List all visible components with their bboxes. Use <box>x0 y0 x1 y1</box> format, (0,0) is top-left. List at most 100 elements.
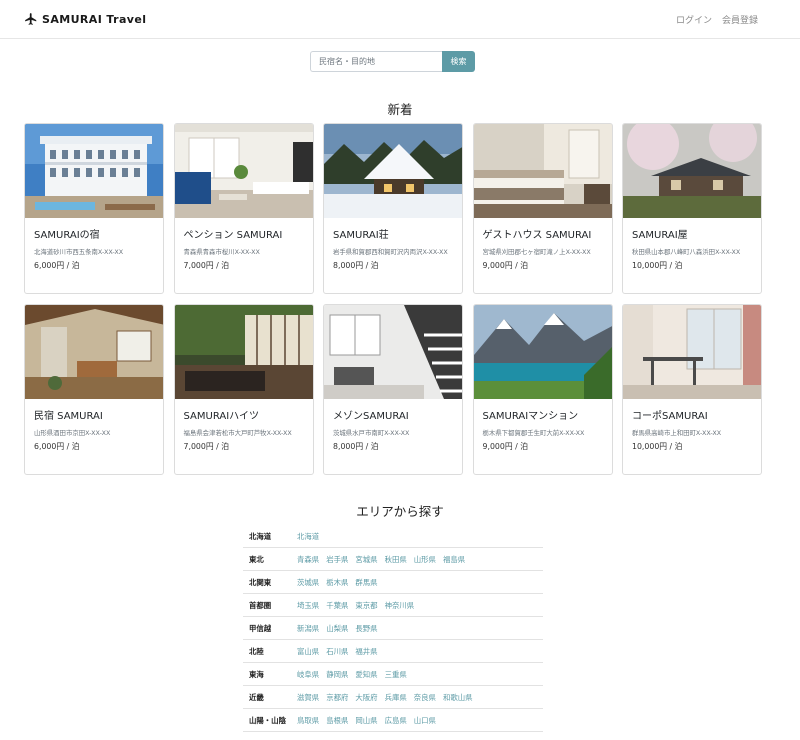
listing-address: 茨城県水戸市南町X-XX-XX <box>333 429 410 437</box>
prefecture-link[interactable]: 山梨県 <box>326 623 348 634</box>
listing-name: SAMURAIハイツ <box>183 411 259 422</box>
listing-price: 10,000円 / 泊 <box>632 261 683 270</box>
register-link[interactable]: 会員登録 <box>722 13 758 26</box>
listing-card[interactable]: SAMURAIマンション 栃木県下都賀郡壬生町大前X-XX-XX 9,000円 … <box>472 304 613 475</box>
listing-address: 北海道砂川市西五条南X-XX-XX <box>34 248 124 256</box>
listing-address: 山形県酒田市京田X-XX-XX <box>34 429 111 437</box>
listing-card[interactable]: SAMURAIの宿 北海道砂川市西五条南X-XX-XX 6,000円 / 泊 <box>24 123 164 294</box>
listing-address: 宮城県刈田郡七ヶ宿町滝ノ上X-XX-XX <box>482 248 591 256</box>
staircase-photo <box>324 305 462 399</box>
prefecture-link[interactable]: 三重県 <box>385 669 407 680</box>
airplane-icon <box>25 13 37 25</box>
ryokan-photo <box>174 305 313 399</box>
region-label: 東海 <box>249 669 264 679</box>
japanese-house-photo <box>623 124 761 218</box>
listing-address: 秋田県山本郡八峰町八森浜田X-XX-XX <box>632 248 741 256</box>
listing-card[interactable]: SAMURAI荘 岩手県和賀郡西和賀町沢内両沢X-XX-XX 8,000円 / … <box>323 123 463 294</box>
area-row: 首都圏 埼玉県 千葉県 東京都 神奈川県 <box>243 594 543 617</box>
listing-name: コーポSAMURAI <box>632 411 708 422</box>
region-label: 東北 <box>249 554 264 564</box>
prefecture-link[interactable]: 鳥取県 <box>297 715 319 726</box>
living-room-photo <box>174 124 313 218</box>
listing-price: 9,000円 / 泊 <box>482 261 529 270</box>
prefecture-link[interactable]: 長野県 <box>355 623 377 634</box>
area-row: 山陽・山陰 鳥取県 島根県 岡山県 広島県 山口県 <box>243 709 543 732</box>
area-row: 北関東 茨城県 栃木県 群馬県 <box>243 571 543 594</box>
listing-card[interactable]: 民宿 SAMURAI 山形県酒田市京田X-XX-XX 6,000円 / 泊 <box>24 304 164 475</box>
prefecture-link[interactable]: 兵庫県 <box>385 692 407 703</box>
prefecture-link[interactable]: 栃木県 <box>326 577 348 588</box>
listing-price: 6,000円 / 泊 <box>34 261 80 270</box>
listing-card[interactable]: ペンション SAMURAI 青森県青森市桜川X-XX-XX 7,000円 / 泊 <box>173 123 314 294</box>
prefecture-link[interactable]: 島根県 <box>326 715 348 726</box>
listing-price: 6,000円 / 泊 <box>34 442 80 451</box>
area-row: 北海道 北海道 <box>243 525 543 548</box>
area-row: 甲信越 新潟県 山梨県 長野県 <box>243 617 543 640</box>
listing-name: メゾンSAMURAI <box>333 411 409 422</box>
prefecture-link[interactable]: 神奈川県 <box>385 600 415 611</box>
listing-card[interactable]: メゾンSAMURAI 茨城県水戸市南町X-XX-XX 8,000円 / 泊 <box>323 304 463 475</box>
site-header: SAMURAI Travel ログイン 会員登録 <box>0 0 800 39</box>
prefecture-link[interactable]: 千葉県 <box>326 600 348 611</box>
prefecture-link[interactable]: 茨城県 <box>297 577 319 588</box>
prefecture-link[interactable]: 富山県 <box>297 646 319 657</box>
listing-card[interactable]: SAMURAI屋 秋田県山本郡八峰町八森浜田X-XX-XX 10,000円 / … <box>622 123 762 294</box>
prefecture-link[interactable]: 福井県 <box>355 646 377 657</box>
logo-text: SAMURAI Travel <box>42 12 147 26</box>
header-nav: ログイン 会員登録 <box>676 13 758 26</box>
area-row: 北陸 富山県 石川県 福井県 <box>243 640 543 663</box>
listing-name: SAMURAI屋 <box>632 230 688 241</box>
login-link[interactable]: ログイン <box>676 13 712 26</box>
listing-address: 福島県会津若松市大戸町芦牧X-XX-XX <box>183 429 292 437</box>
area-row: 近畿 滋賀県 京都府 大阪府 兵庫県 奈良県 和歌山県 <box>243 686 543 709</box>
snow-house-photo <box>324 124 462 218</box>
listing-price: 7,000円 / 泊 <box>183 261 230 270</box>
lake-mountain-photo <box>473 305 612 399</box>
prefecture-link[interactable]: 北海道 <box>297 531 319 542</box>
listing-address: 岩手県和賀郡西和賀町沢内両沢X-XX-XX <box>333 248 448 256</box>
prefecture-link[interactable]: 新潟県 <box>297 623 319 634</box>
prefecture-link[interactable]: 愛知県 <box>355 669 377 680</box>
lodge-interior-photo <box>25 305 163 399</box>
region-label: 近畿 <box>249 692 264 702</box>
region-label: 北関東 <box>249 577 272 587</box>
listing-name: ペンション SAMURAI <box>183 230 283 241</box>
listing-card[interactable]: SAMURAIハイツ 福島県会津若松市大戸町芦牧X-XX-XX 7,000円 /… <box>173 304 314 475</box>
prefecture-link[interactable]: 岐阜県 <box>297 669 319 680</box>
prefecture-link[interactable]: 岩手県 <box>326 554 348 565</box>
listing-card[interactable]: コーポSAMURAI 群馬県高崎市上和田町X-XX-XX 10,000円 / 泊 <box>622 304 762 475</box>
area-row: 東海 岐阜県 静岡県 愛知県 三重県 <box>243 663 543 686</box>
prefecture-link[interactable]: 青森県 <box>297 554 319 565</box>
prefecture-link[interactable]: 和歌山県 <box>443 692 473 703</box>
site-logo[interactable]: SAMURAI Travel <box>24 11 146 27</box>
search-button[interactable]: 検索 <box>442 51 475 72</box>
prefecture-link[interactable]: 広島県 <box>385 715 407 726</box>
listing-address: 栃木県下都賀郡壬生町大前X-XX-XX <box>482 429 585 437</box>
prefecture-link[interactable]: 山形県 <box>414 554 436 565</box>
listing-address: 青森県青森市桜川X-XX-XX <box>183 248 260 256</box>
listing-name: SAMURAI荘 <box>333 230 389 241</box>
prefecture-link[interactable]: 大阪府 <box>355 692 377 703</box>
prefecture-link[interactable]: 京都府 <box>326 692 348 703</box>
listing-name: SAMURAIマンション <box>482 411 579 422</box>
listing-price: 10,000円 / 泊 <box>632 442 683 451</box>
bedroom-photo <box>473 124 612 218</box>
prefecture-link[interactable]: 宮城県 <box>355 554 377 565</box>
prefecture-link[interactable]: 秋田県 <box>385 554 407 565</box>
listing-price: 8,000円 / 泊 <box>333 261 379 270</box>
prefecture-link[interactable]: 静岡県 <box>326 669 348 680</box>
prefecture-link[interactable]: 東京都 <box>355 600 377 611</box>
search-input[interactable] <box>310 51 442 72</box>
prefecture-link[interactable]: 埼玉県 <box>297 600 319 611</box>
region-label: 山陽・山陰 <box>249 715 286 725</box>
prefecture-link[interactable]: 滋賀県 <box>297 692 319 703</box>
prefecture-link[interactable]: 岡山県 <box>355 715 377 726</box>
prefecture-link[interactable]: 福島県 <box>443 554 465 565</box>
prefecture-link[interactable]: 山口県 <box>414 715 436 726</box>
listing-card[interactable]: ゲストハウス SAMURAI 宮城県刈田郡七ヶ宿町滝ノ上X-XX-XX 9,00… <box>472 123 613 294</box>
region-label: 北陸 <box>249 646 264 656</box>
search-form: 検索 <box>310 51 475 72</box>
prefecture-link[interactable]: 奈良県 <box>414 692 436 703</box>
prefecture-link[interactable]: 石川県 <box>326 646 348 657</box>
prefecture-link[interactable]: 群馬県 <box>355 577 377 588</box>
